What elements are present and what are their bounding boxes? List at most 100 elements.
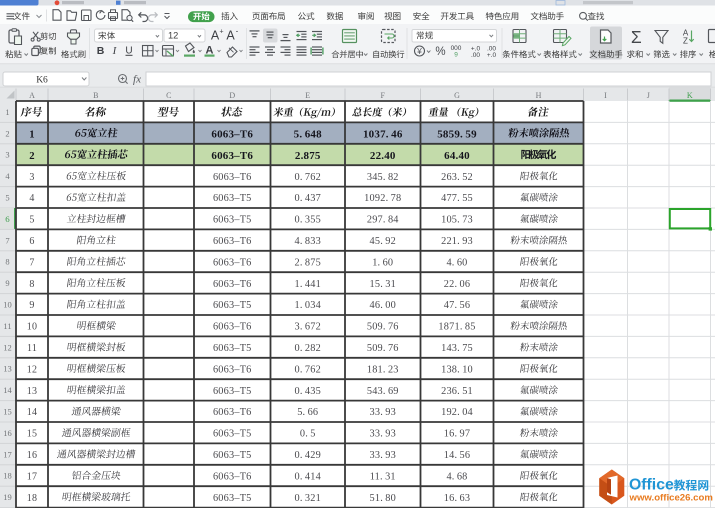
svg-text:6063–T6: 6063–T6 (213, 364, 252, 375)
svg-text:Z: Z (683, 37, 688, 46)
svg-text:6063–T6: 6063–T6 (213, 407, 252, 418)
svg-text:2.875: 2.875 (295, 150, 321, 162)
svg-text:1037. 46: 1037. 46 (363, 129, 403, 141)
svg-text:1. 60: 1. 60 (372, 257, 393, 268)
svg-text:E: E (305, 91, 310, 100)
svg-text:14. 56: 14. 56 (444, 450, 470, 461)
svg-text:11. 31: 11. 31 (370, 471, 396, 482)
svg-text:K6: K6 (36, 75, 48, 85)
svg-text:10: 10 (27, 322, 37, 333)
svg-text:33. 93: 33. 93 (370, 450, 396, 461)
svg-text:33. 93: 33. 93 (370, 429, 396, 440)
svg-text:46. 00: 46. 00 (370, 300, 396, 311)
svg-text:.00: .00 (471, 52, 480, 59)
svg-text:6063–T5: 6063–T5 (213, 343, 252, 354)
svg-text:B: B (97, 45, 105, 57)
svg-text:15: 15 (27, 429, 37, 440)
svg-text:12: 12 (27, 364, 37, 375)
svg-text:G: G (454, 91, 460, 100)
svg-text:¥: ¥ (416, 46, 422, 56)
svg-text:5: 5 (5, 193, 9, 203)
svg-text:8: 8 (29, 279, 34, 290)
svg-text:A: A (226, 29, 235, 43)
svg-text:14: 14 (27, 407, 37, 418)
svg-text:3. 672: 3. 672 (295, 322, 321, 333)
svg-text:+.0: +.0 (487, 52, 497, 59)
svg-text:8: 8 (5, 257, 9, 267)
svg-text:12: 12 (168, 31, 178, 41)
svg-text:12: 12 (3, 342, 12, 352)
svg-text:47. 56: 47. 56 (444, 300, 470, 311)
svg-text:5: 5 (29, 215, 34, 226)
svg-text:1: 1 (5, 107, 9, 117)
svg-text:18: 18 (3, 471, 12, 481)
svg-text:6063–T6: 6063–T6 (213, 279, 252, 290)
svg-text:9: 9 (29, 300, 34, 311)
svg-text:4. 60: 4. 60 (446, 257, 467, 268)
svg-text:543. 69: 543. 69 (367, 386, 399, 397)
svg-text:6063–T6: 6063–T6 (213, 322, 252, 333)
svg-text:509. 76: 509. 76 (367, 322, 399, 333)
svg-text:fx: fx (133, 74, 141, 86)
svg-text:13: 13 (3, 364, 12, 374)
svg-text:1: 1 (29, 129, 35, 141)
svg-text:13: 13 (27, 386, 37, 397)
svg-text:10: 10 (3, 300, 12, 310)
svg-text:6063–T6: 6063–T6 (211, 150, 253, 162)
svg-text:3: 3 (5, 150, 9, 160)
svg-text:17: 17 (3, 449, 12, 459)
svg-text:11: 11 (3, 321, 11, 331)
svg-text:6063–T5: 6063–T5 (213, 493, 252, 504)
svg-text:1. 441: 1. 441 (295, 279, 321, 290)
svg-text:6063–T5: 6063–T5 (213, 300, 252, 311)
svg-text:16. 63: 16. 63 (444, 493, 470, 504)
svg-text:6063–T5: 6063–T5 (213, 429, 252, 440)
svg-text:H: H (536, 91, 542, 100)
svg-text:www.office26.com: www.office26.com (629, 492, 713, 503)
svg-text:221. 93: 221. 93 (441, 236, 473, 247)
svg-text:0. 321: 0. 321 (295, 493, 321, 504)
svg-text:2: 2 (5, 128, 9, 138)
svg-text:16: 16 (3, 428, 12, 438)
svg-text:D: D (229, 91, 235, 100)
svg-text:B: B (93, 91, 98, 100)
svg-text:6063–T6: 6063–T6 (213, 236, 252, 247)
svg-text:6063–T6: 6063–T6 (211, 129, 253, 141)
svg-text:105. 73: 105. 73 (441, 215, 473, 226)
svg-text:4. 68: 4. 68 (446, 471, 467, 482)
svg-text:9: 9 (5, 278, 9, 288)
svg-text:7: 7 (5, 235, 9, 245)
svg-text:1. 034: 1. 034 (295, 300, 321, 311)
svg-text:I: I (604, 91, 607, 100)
svg-text:Σ: Σ (631, 27, 642, 47)
svg-text:15: 15 (3, 407, 12, 417)
svg-text:6063–T5: 6063–T5 (213, 386, 252, 397)
svg-text:16. 97: 16. 97 (444, 429, 470, 440)
svg-text:F: F (381, 91, 386, 100)
svg-text:6: 6 (5, 214, 10, 224)
svg-text:0. 355: 0. 355 (295, 215, 321, 226)
svg-text:236. 51: 236. 51 (441, 386, 473, 397)
svg-text:138. 10: 138. 10 (441, 364, 473, 375)
svg-text:181. 23: 181. 23 (367, 364, 399, 375)
svg-text:2: 2 (29, 150, 35, 162)
svg-text:263. 52: 263. 52 (441, 172, 473, 183)
svg-text:19: 19 (3, 492, 12, 502)
svg-text:192. 04: 192. 04 (441, 407, 473, 418)
svg-text:45. 92: 45. 92 (370, 236, 396, 247)
svg-text:0. 282: 0. 282 (295, 343, 321, 354)
svg-text:-: - (236, 27, 239, 36)
svg-text:K: K (687, 91, 693, 100)
svg-text:4: 4 (29, 193, 34, 204)
svg-text:64.40: 64.40 (444, 150, 470, 162)
svg-text:0. 435: 0. 435 (295, 386, 321, 397)
svg-text:14: 14 (3, 385, 12, 395)
svg-text:6063–T6: 6063–T6 (213, 172, 252, 183)
svg-text:0. 414: 0. 414 (295, 471, 321, 482)
svg-text:509. 76: 509. 76 (367, 343, 399, 354)
svg-text:297. 84: 297. 84 (367, 215, 399, 226)
svg-text:6063–T6: 6063–T6 (213, 257, 252, 268)
svg-text:6063–T5: 6063–T5 (213, 450, 252, 461)
svg-text:0. 5: 0. 5 (300, 429, 316, 440)
svg-text:18: 18 (27, 493, 37, 504)
